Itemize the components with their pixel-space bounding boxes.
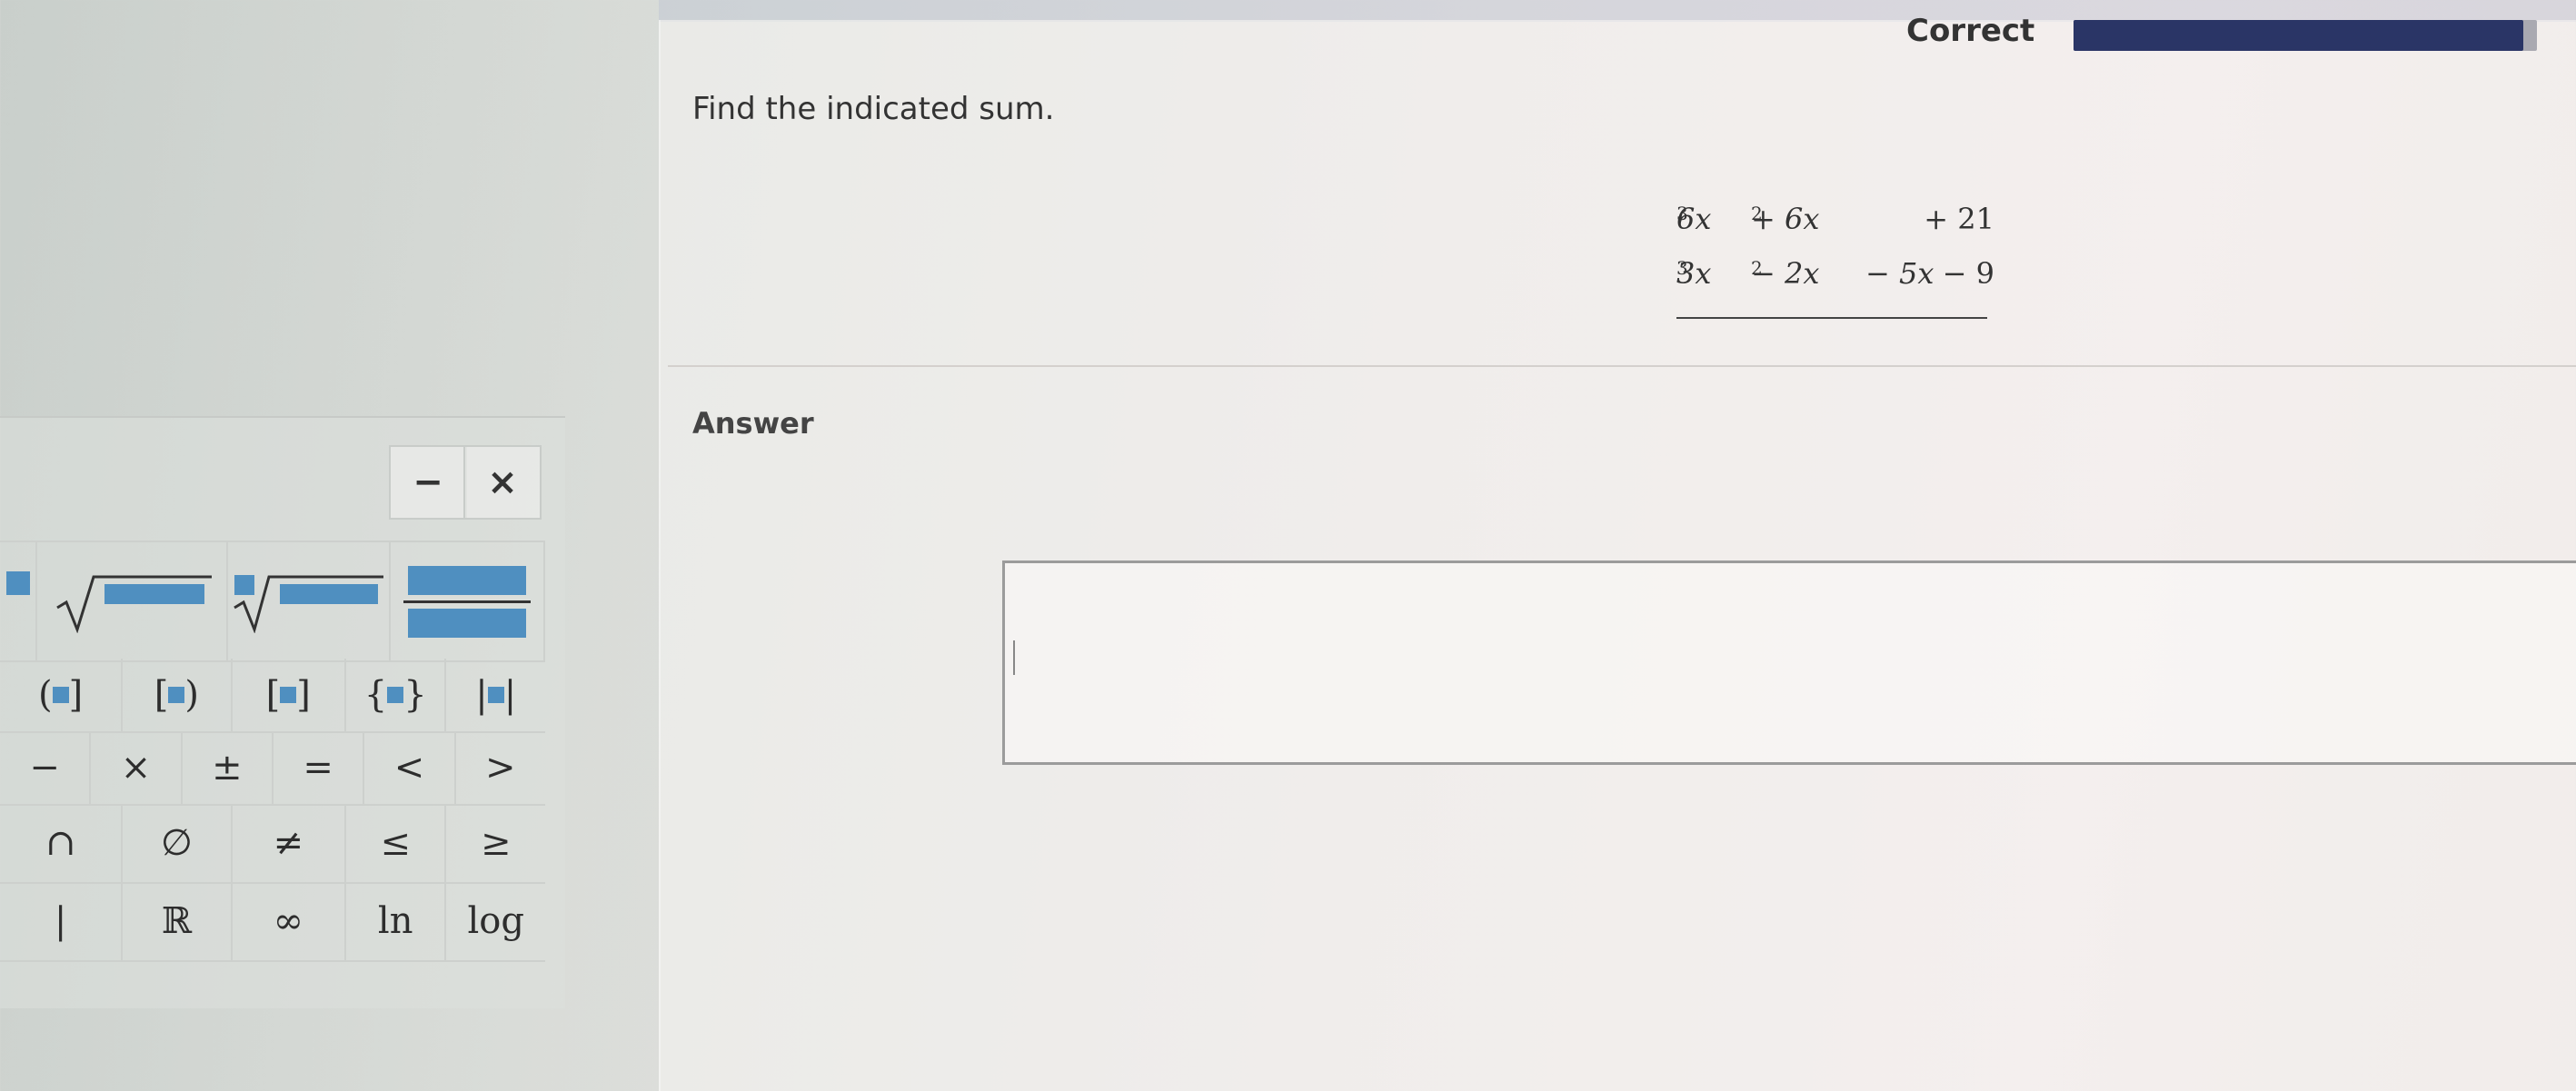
polynomial-row-1: 6x 3 + 6x 2 + 21 bbox=[1676, 204, 1994, 259]
minimize-button[interactable]: − bbox=[389, 445, 467, 520]
nth-root-key[interactable] bbox=[228, 542, 392, 660]
placeholder-box bbox=[5, 571, 30, 595]
infinity-key[interactable]: ∞ bbox=[233, 882, 346, 960]
plus-minus-key[interactable]: ± bbox=[183, 731, 274, 804]
term: − 9 bbox=[1942, 256, 1994, 291]
key-glyph: } bbox=[403, 674, 427, 716]
reals-key[interactable]: ℝ bbox=[123, 882, 233, 960]
placeholder-box bbox=[408, 565, 527, 595]
term: − 5x bbox=[1865, 256, 1934, 291]
set-braces-key[interactable]: {} bbox=[346, 659, 447, 731]
minus-key[interactable]: − bbox=[0, 731, 92, 804]
nth-root-icon bbox=[234, 575, 384, 633]
not-equal-key[interactable]: ≠ bbox=[233, 804, 346, 882]
top-strip bbox=[659, 0, 2576, 22]
sqrt-icon bbox=[56, 575, 213, 633]
empty-set-key[interactable]: ∅ bbox=[123, 804, 233, 882]
status-label: Correct bbox=[1906, 13, 2035, 49]
exponent-key[interactable] bbox=[0, 542, 38, 660]
placeholder-box bbox=[168, 687, 185, 703]
key-glyph: ( bbox=[37, 674, 53, 716]
keypad-row-relations: ∩ ∅ ≠ ≤ ≥ bbox=[0, 804, 545, 884]
math-keypad: − × (] [) [] {} | | − × ± = < > ∩ ∅ ≠… bbox=[0, 416, 565, 1008]
pipe-key[interactable]: | bbox=[0, 882, 124, 960]
placeholder-box bbox=[52, 687, 69, 703]
key-glyph: ) bbox=[184, 674, 200, 716]
polynomial-problem: 6x 3 + 6x 2 + 21 3x 3 − 2x 2 − 5x − 9 bbox=[1676, 204, 1994, 319]
log-key[interactable]: log bbox=[446, 882, 545, 960]
progress-bar bbox=[2074, 20, 2537, 51]
sum-rule bbox=[1676, 317, 1987, 319]
times-key[interactable]: × bbox=[91, 731, 183, 804]
less-than-key[interactable]: < bbox=[364, 731, 456, 804]
key-glyph: [ bbox=[265, 674, 281, 716]
equals-key[interactable]: = bbox=[274, 731, 365, 804]
key-glyph: ] bbox=[296, 674, 311, 716]
sqrt-key[interactable] bbox=[37, 542, 228, 660]
term: + 21 bbox=[1924, 202, 1994, 236]
keypad-row-brackets: (] [) [] {} | | bbox=[0, 659, 545, 733]
polynomial-row-2: 3x 3 − 2x 2 − 5x − 9 bbox=[1676, 259, 1994, 313]
placeholder-box bbox=[387, 687, 404, 703]
question-card bbox=[659, 20, 2576, 1091]
section-divider bbox=[668, 365, 2576, 367]
placeholder-box bbox=[487, 687, 504, 703]
absolute-value-key[interactable]: | | bbox=[446, 659, 545, 731]
answer-label: Answer bbox=[692, 406, 814, 441]
less-equal-key[interactable]: ≤ bbox=[346, 804, 447, 882]
term: + 6x 2 bbox=[1751, 202, 1820, 236]
keypad-row-functions: | ℝ ∞ ln log bbox=[0, 882, 545, 962]
fraction-icon bbox=[403, 565, 532, 638]
keypad-row-templates bbox=[0, 541, 545, 662]
close-button[interactable]: × bbox=[463, 445, 542, 520]
question-instruction: Find the indicated sum. bbox=[692, 91, 1055, 127]
ln-key[interactable]: ln bbox=[346, 882, 447, 960]
term: 3x 3 bbox=[1676, 256, 1712, 291]
key-glyph: | bbox=[475, 674, 488, 716]
greater-than-key[interactable]: > bbox=[456, 731, 545, 804]
fraction-key[interactable] bbox=[391, 542, 545, 660]
interval-closed-open-key[interactable]: (] bbox=[0, 659, 124, 731]
progress-fill bbox=[2074, 20, 2523, 51]
answer-input[interactable] bbox=[1002, 560, 2576, 765]
key-glyph: [ bbox=[154, 674, 169, 716]
intersection-key[interactable]: ∩ bbox=[0, 804, 124, 882]
fraction-bar bbox=[403, 600, 532, 603]
placeholder-box bbox=[280, 687, 297, 703]
interval-closed-key[interactable]: [] bbox=[233, 659, 346, 731]
text-cursor bbox=[1013, 640, 1015, 675]
key-glyph: | bbox=[503, 674, 517, 716]
greater-equal-key[interactable]: ≥ bbox=[446, 804, 545, 882]
placeholder-box bbox=[408, 608, 527, 638]
term: 6x 3 bbox=[1676, 202, 1712, 236]
key-glyph: ] bbox=[68, 674, 84, 716]
interval-open-key[interactable]: [) bbox=[123, 659, 233, 731]
term: − 2x 2 bbox=[1751, 256, 1820, 291]
key-glyph: { bbox=[363, 674, 388, 716]
keypad-row-operators: − × ± = < > bbox=[0, 731, 545, 806]
